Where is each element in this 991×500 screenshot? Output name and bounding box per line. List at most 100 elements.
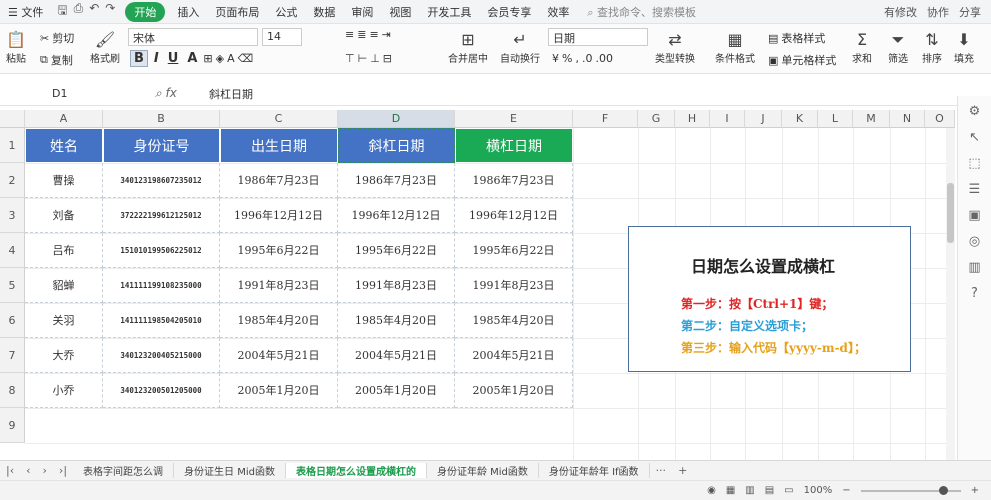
menu-developer[interactable]: 开发工具 bbox=[419, 4, 479, 20]
indent-icon[interactable]: ⇥ bbox=[382, 28, 391, 41]
border-icon[interactable]: ⊞ bbox=[203, 52, 212, 65]
help-icon[interactable]: ? bbox=[971, 286, 978, 301]
header-name[interactable]: 姓名 bbox=[25, 128, 103, 163]
cell-slash[interactable]: 1991年8月23日 bbox=[338, 268, 455, 303]
pointer-icon[interactable]: ↖ bbox=[969, 130, 980, 145]
italic-button[interactable]: I bbox=[151, 51, 162, 66]
cell-slash[interactable]: 1986年7月23日 bbox=[338, 163, 455, 198]
cell-id[interactable]: 340123198607235012 bbox=[103, 163, 220, 198]
zoom-slider[interactable] bbox=[860, 485, 961, 495]
cell-id[interactable]: 141111199108235000 bbox=[103, 268, 220, 303]
cell-name[interactable]: 貂蝉 bbox=[25, 268, 103, 303]
zoom-slider-knob[interactable] bbox=[938, 485, 948, 495]
cell-name[interactable]: 小乔 bbox=[25, 373, 103, 408]
cell-slash[interactable]: 2005年1月20日 bbox=[338, 373, 455, 408]
bold-button[interactable]: B bbox=[130, 50, 148, 67]
col-header-o[interactable]: O bbox=[925, 110, 955, 128]
currency-icon[interactable]: ¥ bbox=[552, 52, 559, 65]
cell-name[interactable]: 刘备 bbox=[25, 198, 103, 233]
col-header-j[interactable]: J bbox=[745, 110, 782, 128]
cell-slash[interactable]: 1996年12月12日 bbox=[338, 198, 455, 233]
instruction-textbox[interactable]: 日期怎么设置成横杠 第一步：按【Ctrl+1】键； 第二步：自定义选项卡； 第三… bbox=[628, 226, 911, 372]
cell-slash[interactable]: 1985年4月20日 bbox=[338, 303, 455, 338]
formula-input[interactable]: 斜杠日期 bbox=[205, 86, 253, 102]
name-box[interactable]: D1 bbox=[0, 87, 125, 100]
zoom-in-button[interactable]: + bbox=[971, 485, 979, 496]
wrap-button[interactable]: ↵ 自动换行 bbox=[500, 30, 540, 65]
row-header-4[interactable]: 4 bbox=[0, 233, 25, 268]
cell-id[interactable]: 141111198504205010 bbox=[103, 303, 220, 338]
cell-dash[interactable]: 2005年1月20日 bbox=[455, 373, 573, 408]
first-sheet-icon[interactable]: |‹ bbox=[0, 464, 20, 477]
cell-dash[interactable]: 2004年5月21日 bbox=[455, 338, 573, 373]
filter-button[interactable]: ⏷ 筛选 bbox=[888, 30, 908, 65]
menu-home[interactable]: 开始 bbox=[125, 1, 166, 22]
cell-birth[interactable]: 1996年12月12日 bbox=[220, 198, 338, 233]
cell-style-button[interactable]: ▣ 单元格样式 bbox=[768, 52, 836, 68]
copy-button[interactable]: ⧉ 复制 bbox=[40, 52, 73, 68]
cell-id[interactable]: 151010199506225012 bbox=[103, 233, 220, 268]
settings-icon[interactable]: ⚙ bbox=[969, 104, 981, 119]
menu-view[interactable]: 视图 bbox=[381, 4, 419, 20]
menu-efficiency[interactable]: 效率 bbox=[539, 4, 577, 20]
type-convert-button[interactable]: ⇄ 类型转换 bbox=[655, 30, 695, 65]
row-header-2[interactable]: 2 bbox=[0, 163, 25, 198]
menu-insert[interactable]: 插入 bbox=[169, 4, 207, 20]
cut-button[interactable]: ✂ 剪切 bbox=[40, 30, 74, 46]
font-color-icon[interactable]: A bbox=[227, 52, 235, 65]
col-header-i[interactable]: I bbox=[710, 110, 745, 128]
font-size-select[interactable]: 14 bbox=[262, 28, 302, 46]
cell-id[interactable]: 340123200501205000 bbox=[103, 373, 220, 408]
zoom-level[interactable]: 100% bbox=[804, 485, 833, 496]
font-color-button[interactable]: A bbox=[184, 51, 200, 66]
format-painter-button[interactable]: 🖌 格式刷 bbox=[90, 30, 120, 65]
next-sheet-icon[interactable]: › bbox=[37, 464, 53, 477]
page-break-icon[interactable]: ▤ bbox=[765, 485, 774, 496]
col-header-n[interactable]: N bbox=[890, 110, 925, 128]
cell-name[interactable]: 关羽 bbox=[25, 303, 103, 338]
command-search[interactable]: ⌕ 查找命令、搜索模板 bbox=[587, 4, 696, 20]
sheet-tab[interactable]: 表格字间距怎么调 bbox=[73, 463, 175, 478]
cell-birth[interactable]: 1985年4月20日 bbox=[220, 303, 338, 338]
location-icon[interactable]: ◎ bbox=[969, 234, 980, 249]
thousands-icon[interactable]: , bbox=[575, 52, 579, 65]
col-header-l[interactable]: L bbox=[818, 110, 853, 128]
book-icon[interactable]: ▥ bbox=[968, 260, 980, 275]
cell-birth[interactable]: 2004年5月21日 bbox=[220, 338, 338, 373]
sheet-tab[interactable]: 身份证生日 Mid函数 bbox=[174, 463, 286, 478]
conditional-format-button[interactable]: ▦ 条件格式 bbox=[715, 30, 755, 65]
header-slash-date[interactable]: 斜杠日期 bbox=[338, 128, 455, 163]
redo-icon[interactable]: ↷ bbox=[105, 1, 115, 22]
fill-color-icon[interactable]: ◈ bbox=[216, 52, 224, 65]
select-all-corner[interactable] bbox=[0, 110, 25, 128]
save-icon[interactable]: 🖫 bbox=[57, 1, 67, 22]
image-icon[interactable]: ▣ bbox=[968, 208, 980, 223]
col-header-k[interactable]: K bbox=[782, 110, 818, 128]
number-format-select[interactable]: 日期 bbox=[548, 28, 648, 46]
prev-sheet-icon[interactable]: ‹ bbox=[20, 464, 36, 477]
list-icon[interactable]: ☰ bbox=[969, 182, 981, 197]
align-right-icon[interactable]: ≡ bbox=[369, 28, 378, 41]
col-header-b[interactable]: B bbox=[103, 110, 220, 128]
cell-id[interactable]: 340123200405215000 bbox=[103, 338, 220, 373]
fx-icon[interactable]: ⌕ fx bbox=[125, 86, 205, 101]
col-header-h[interactable]: H bbox=[675, 110, 710, 128]
row-header-3[interactable]: 3 bbox=[0, 198, 25, 233]
menu-member[interactable]: 会员专享 bbox=[479, 4, 539, 20]
valign-bottom-icon[interactable]: ⊥ bbox=[370, 52, 380, 65]
cell-birth[interactable]: 1991年8月23日 bbox=[220, 268, 338, 303]
col-header-m[interactable]: M bbox=[853, 110, 890, 128]
row-header-8[interactable]: 8 bbox=[0, 373, 25, 408]
menu-file[interactable]: ☰ 文件 bbox=[0, 4, 51, 20]
sum-button[interactable]: Σ 求和 bbox=[852, 30, 872, 65]
cell-dash[interactable]: 1996年12月12日 bbox=[455, 198, 573, 233]
col-header-e[interactable]: E bbox=[455, 110, 573, 128]
decimal-decrease-icon[interactable]: .00 bbox=[595, 52, 613, 65]
more-sheets-button[interactable]: ··· bbox=[650, 464, 673, 477]
vertical-scrollbar[interactable] bbox=[946, 128, 955, 460]
cell-dash[interactable]: 1985年4月20日 bbox=[455, 303, 573, 338]
row-header-9[interactable]: 9 bbox=[0, 408, 25, 443]
col-header-d[interactable]: D bbox=[338, 110, 455, 128]
menu-data[interactable]: 数据 bbox=[305, 4, 343, 20]
print-icon[interactable]: ⎙ bbox=[74, 1, 84, 22]
